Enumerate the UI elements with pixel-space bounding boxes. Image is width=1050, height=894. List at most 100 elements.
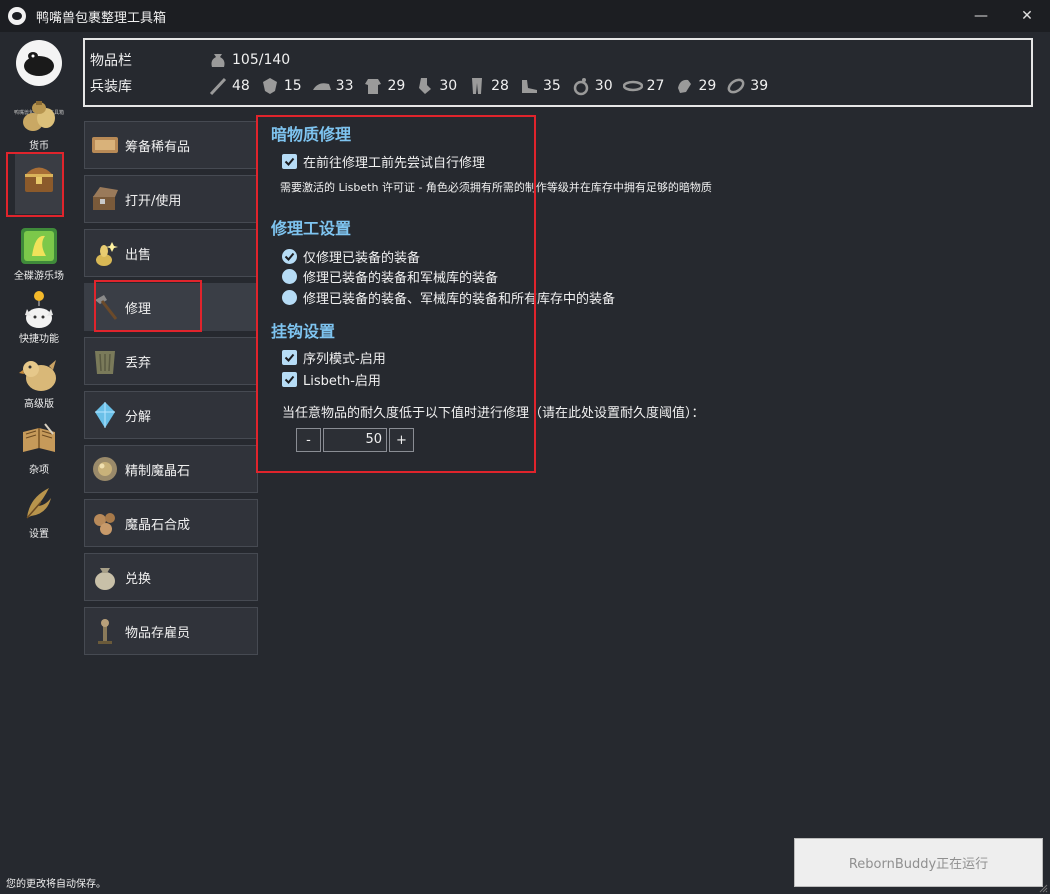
armory-count: 15 xyxy=(283,78,302,94)
materia-cluster-icon xyxy=(90,508,120,538)
bracelet-icon xyxy=(674,76,694,96)
submenu-item-retainer-entrust[interactable]: 物品存雇员 xyxy=(84,607,258,655)
decrement-button[interactable]: - xyxy=(296,428,321,452)
checkmark-icon xyxy=(284,157,295,166)
nav-item-quick-functions[interactable]: 快捷功能 xyxy=(0,287,78,351)
radio-unselected[interactable] xyxy=(282,269,297,284)
hammer-icon xyxy=(90,292,120,322)
armory-row: 兵装库 48 15 33 29 30 28 35 30 27 29 39 xyxy=(90,75,778,97)
legs-icon xyxy=(467,76,487,96)
quill-icon xyxy=(19,484,59,524)
nav-item-premium[interactable]: 高级版 xyxy=(0,352,78,416)
armory-count: 33 xyxy=(335,78,354,94)
submenu-item-prepare-rares[interactable]: 筹备稀有品 xyxy=(84,121,258,169)
order-mode-label: 序列模式-启用 xyxy=(303,352,386,367)
nav-label-quick-functions: 快捷功能 xyxy=(19,334,59,345)
off-hand-icon xyxy=(260,76,280,96)
gold-saucer-icon xyxy=(19,226,59,266)
window-title: 鸭嘴兽包裹整理工具箱 xyxy=(36,10,167,26)
nav-label-settings: 设置 xyxy=(29,529,49,540)
nav-item-misc[interactable]: 杂项 xyxy=(0,418,78,482)
armory-count: 35 xyxy=(542,78,561,94)
mender-option-label: 仅修理已装备的装备 xyxy=(303,251,421,266)
crystal-icon xyxy=(90,400,120,430)
submenu-item-exchange[interactable]: 兑换 xyxy=(84,553,258,601)
lisbeth-checkbox[interactable] xyxy=(282,372,297,387)
section-title-mender: 修理工设置 xyxy=(271,219,352,238)
chocobo-icon xyxy=(19,354,59,394)
mender-option-label: 修理已装备的装备和军械库的装备 xyxy=(303,271,499,286)
mender-option-equipped-armory[interactable]: 修理已装备的装备和军械库的装备 xyxy=(282,267,498,286)
armory-count: 29 xyxy=(698,78,717,94)
resize-grip-icon[interactable] xyxy=(1038,882,1048,893)
autosave-status: 您的更改将自动保存。 xyxy=(6,879,106,890)
section-title-dark-matter: 暗物质修理 xyxy=(271,125,352,144)
mender-option-label: 修理已装备的装备、军械库的装备和所有库存中的装备 xyxy=(303,292,616,307)
mender-option-all[interactable]: 修理已装备的装备、军械库的装备和所有库存中的装备 xyxy=(282,288,615,307)
treasure-chest-icon xyxy=(19,158,59,198)
bell-stand-icon xyxy=(90,616,120,646)
durability-threshold-input[interactable]: 50 xyxy=(323,428,387,452)
nav-label-gold-saucer: 全碟游乐场 xyxy=(14,271,64,282)
order-mode-checkbox-row[interactable]: 序列模式-启用 xyxy=(282,348,386,367)
self-repair-checkbox[interactable] xyxy=(282,154,297,169)
nav-label-misc: 杂项 xyxy=(29,465,49,476)
moogle-icon xyxy=(19,289,59,329)
checkmark-icon xyxy=(284,353,295,362)
hands-icon xyxy=(415,76,435,96)
mender-option-equipped-only[interactable]: 仅修理已装备的装备 xyxy=(282,247,420,266)
radio-unselected[interactable] xyxy=(282,290,297,305)
submenu-item-open-use[interactable]: 打开/使用 xyxy=(84,175,258,223)
nav-label-currency: 货币 xyxy=(29,141,49,152)
body-icon xyxy=(363,76,383,96)
submenu-item-repair[interactable]: 修理 xyxy=(84,283,258,331)
lisbeth-label: Lisbeth-启用 xyxy=(303,374,381,389)
earrings-icon xyxy=(571,76,591,96)
armory-count: 30 xyxy=(439,78,458,94)
inventory-row: 物品栏 105/140 xyxy=(90,49,300,71)
armory-count: 29 xyxy=(387,78,406,94)
checkmark-icon xyxy=(284,252,295,261)
left-nav: 鸭嘴兽包裹整理工具箱 货币 存货 xyxy=(0,32,78,872)
pouch-icon xyxy=(90,562,120,592)
materia-orb-icon xyxy=(90,454,120,484)
inventory-count: 105/140 xyxy=(232,52,291,68)
submenu-item-discard[interactable]: 丢弃 xyxy=(84,337,258,385)
lisbeth-checkbox-row[interactable]: Lisbeth-启用 xyxy=(282,370,381,389)
head-icon xyxy=(312,76,332,96)
close-button[interactable]: ✕ xyxy=(1004,0,1050,32)
nav-item-currency[interactable]: 货币 xyxy=(0,94,78,158)
self-repair-checkbox-row[interactable]: 在前往修理工前先尝试自行修理 xyxy=(282,152,485,171)
increment-button[interactable]: + xyxy=(389,428,414,452)
nav-item-inventory[interactable]: 存货 xyxy=(0,154,78,218)
armory-count: 48 xyxy=(232,78,250,94)
armory-count: 30 xyxy=(594,78,613,94)
submenu-item-materia-transmute[interactable]: 魔晶石合成 xyxy=(84,499,258,547)
feet-icon xyxy=(519,76,539,96)
nav-item-settings[interactable]: 设置 xyxy=(0,482,78,546)
radio-selected[interactable] xyxy=(282,249,297,264)
coffer-icon xyxy=(90,184,120,214)
submenu-item-extract-materia[interactable]: 精制魔晶石 xyxy=(84,445,258,493)
armory-count: 39 xyxy=(750,78,769,94)
armory-count: 27 xyxy=(646,78,665,94)
bag-icon xyxy=(208,50,228,70)
inventory-label: 物品栏 xyxy=(90,53,132,69)
title-bar: 鸭嘴兽包裹整理工具箱 — ✕ xyxy=(0,0,1050,32)
self-repair-label: 在前往修理工前先尝试自行修理 xyxy=(303,156,486,171)
minimize-button[interactable]: — xyxy=(958,0,1004,32)
platypus-logo-icon xyxy=(14,38,64,88)
lisbeth-license-note: 需要激活的 Lisbeth 许可证 - 角色必须拥有所需的制作等级并在库存中拥有… xyxy=(280,181,712,194)
main-hand-icon xyxy=(208,76,228,96)
necklace-icon xyxy=(622,76,643,96)
submenu-item-desynthesize[interactable]: 分解 xyxy=(84,391,258,439)
gil-bags-icon xyxy=(19,96,59,136)
bot-running-button[interactable]: RebornBuddy正在运行 xyxy=(794,838,1043,887)
submenu-item-sell[interactable]: 出售 xyxy=(84,229,258,277)
durability-threshold-stepper: - 50 + xyxy=(296,428,414,452)
checkmark-icon xyxy=(284,375,295,384)
order-mode-checkbox[interactable] xyxy=(282,350,297,365)
section-title-hooks: 挂钩设置 xyxy=(271,322,336,341)
ring-icon xyxy=(726,76,746,96)
nav-item-gold-saucer[interactable]: 全碟游乐场 xyxy=(0,224,78,288)
